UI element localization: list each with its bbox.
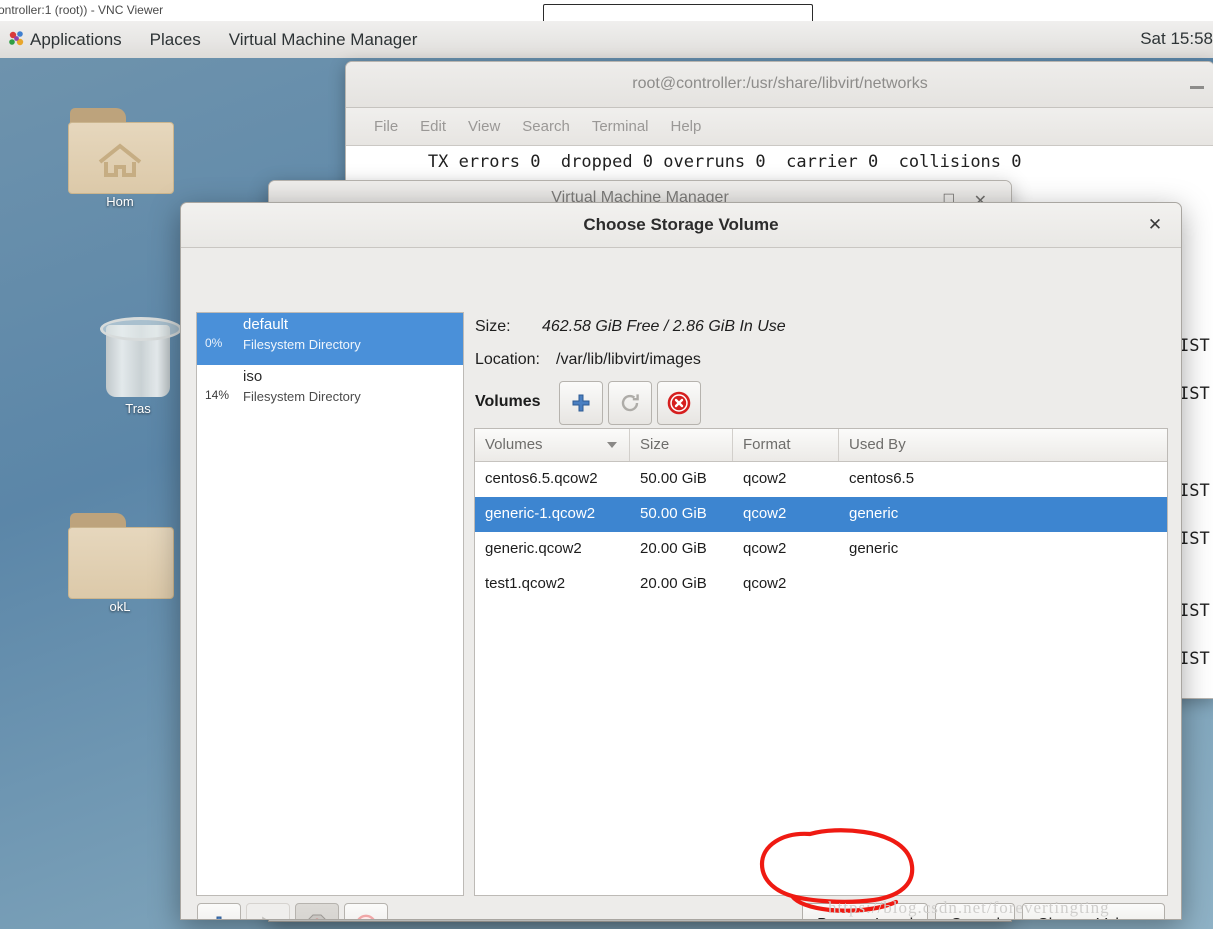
watermark-text: https://blog.csdn.net/forevertingting	[828, 898, 1110, 917]
cell-used-by: generic	[849, 505, 899, 522]
table-row[interactable]: test1.qcow2 20.00 GiB qcow2	[475, 567, 1167, 602]
cell-used-by	[839, 567, 1165, 602]
terminal-clipped-line: IST	[1179, 529, 1210, 549]
size-value: 462.58 GiB Free / 2.86 GiB In Use	[542, 318, 786, 335]
cell-format: qcow2	[743, 470, 787, 487]
home-folder-icon	[68, 108, 174, 194]
terminal-clipped-line: IST	[1179, 601, 1210, 621]
storage-pool-toolbar	[197, 903, 467, 919]
pool-usage-percent: 14%	[205, 388, 230, 402]
pool-name: default	[243, 316, 289, 333]
terminal-menu-help[interactable]: Help	[660, 109, 713, 145]
terminal-titlebar: root@controller:/usr/share/libvirt/netwo…	[346, 62, 1213, 108]
desktop-icon-home-label: Hom	[106, 194, 134, 209]
delete-pool-button[interactable]	[344, 903, 388, 919]
delete-volume-button[interactable]	[657, 381, 701, 425]
size-label: Size:	[475, 318, 511, 335]
location-label: Location:	[475, 351, 540, 368]
storage-pool-item-default[interactable]: 0% default Filesystem Directory	[197, 313, 463, 365]
volumes-toolbar	[559, 381, 701, 425]
dialog-body: 0% default Filesystem Directory 14% iso …	[181, 248, 1181, 919]
terminal-clipped-line: IST	[1179, 336, 1210, 356]
new-volume-button[interactable]	[559, 381, 603, 425]
terminal-menu-edit[interactable]: Edit	[409, 109, 457, 145]
minimize-icon[interactable]	[1190, 86, 1204, 89]
column-header-used-by[interactable]: Used By	[839, 429, 1165, 461]
dialog-titlebar: Choose Storage Volume ✕	[181, 203, 1181, 248]
column-header-volumes[interactable]: Volumes	[475, 429, 630, 461]
cell-size: 20.00 GiB	[640, 540, 707, 557]
pool-usage-percent: 0%	[205, 336, 223, 350]
terminal-menu-terminal[interactable]: Terminal	[581, 109, 660, 145]
pool-type: Filesystem Directory	[243, 337, 361, 352]
cell-format: qcow2	[743, 575, 787, 592]
cell-used-by: centos6.5	[849, 470, 915, 487]
refresh-volumes-button[interactable]	[608, 381, 652, 425]
folder-icon	[68, 513, 174, 599]
terminal-menu-view[interactable]: View	[457, 109, 511, 145]
screenshot-root: ontroller:1 (root)) - VNC Viewer Applica…	[0, 0, 1213, 929]
column-header-format[interactable]: Format	[733, 429, 839, 461]
cell-used-by: generic	[849, 540, 899, 557]
menu-places[interactable]: Places	[136, 22, 215, 58]
start-pool-button[interactable]	[246, 903, 290, 919]
table-row[interactable]: generic-1.qcow2 50.00 GiB qcow2 generic	[475, 497, 1167, 532]
vnc-viewer-title: ontroller:1 (root)) - VNC Viewer	[0, 3, 164, 17]
volumes-table-header: Volumes Size Format Used By	[475, 429, 1167, 462]
cell-volume-name: generic-1.qcow2	[485, 505, 596, 522]
play-icon	[262, 916, 267, 919]
cell-volume-name: centos6.5.qcow2	[485, 470, 598, 487]
storage-pool-list[interactable]: 0% default Filesystem Directory 14% iso …	[196, 312, 464, 896]
table-row[interactable]: generic.qcow2 20.00 GiB qcow2 generic	[475, 532, 1167, 567]
terminal-output-line: TX errors 0 dropped 0 overruns 0 carrier…	[346, 152, 1022, 172]
plus-icon	[572, 394, 590, 412]
terminal-clipped-line: IST	[1179, 649, 1210, 669]
pool-type: Filesystem Directory	[243, 389, 361, 404]
desktop-icon-ok-folder[interactable]: okL	[60, 513, 180, 614]
add-pool-button[interactable]	[197, 903, 241, 919]
choose-storage-volume-dialog[interactable]: Choose Storage Volume ✕ 0% default Files…	[180, 202, 1182, 920]
panel-clock[interactable]: Sat 15:58	[1140, 21, 1213, 57]
chevron-down-icon	[607, 442, 617, 448]
storage-pool-item-iso[interactable]: 14% iso Filesystem Directory	[197, 365, 463, 417]
cell-size: 50.00 GiB	[640, 505, 707, 522]
location-value: /var/lib/libvirt/images	[556, 351, 701, 368]
cell-format: qcow2	[743, 505, 787, 522]
gnome-foot-icon	[8, 30, 26, 48]
terminal-title: root@controller:/usr/share/libvirt/netwo…	[632, 75, 928, 92]
menu-virtual-machine-manager[interactable]: Virtual Machine Manager	[215, 22, 432, 58]
desktop-icon-home[interactable]: Hom	[60, 108, 180, 209]
stop-pool-button[interactable]	[295, 903, 339, 919]
house-glyph	[98, 143, 142, 177]
terminal-clipped-line: IST	[1179, 481, 1210, 501]
refresh-icon	[621, 394, 639, 412]
column-header-volumes-label: Volumes	[485, 436, 543, 453]
pool-name: iso	[243, 368, 263, 385]
gnome-top-panel: Applications Places Virtual Machine Mana…	[0, 21, 1213, 59]
table-row[interactable]: centos6.5.qcow2 50.00 GiB qcow2 centos6.…	[475, 462, 1167, 497]
cell-format: qcow2	[743, 540, 787, 557]
cell-size: 20.00 GiB	[640, 575, 707, 592]
terminal-menu-file[interactable]: File	[363, 109, 409, 145]
desktop-icon-ok-folder-label: okL	[109, 599, 131, 614]
terminal-menubar: File Edit View Search Terminal Help	[346, 108, 1213, 146]
vnc-viewer-titlebar: ontroller:1 (root)) - VNC Viewer	[0, 0, 1213, 23]
volumes-table[interactable]: Volumes Size Format Used By centos6.5.qc…	[474, 428, 1168, 896]
column-header-size[interactable]: Size	[630, 429, 733, 461]
cell-volume-name: test1.qcow2	[485, 575, 566, 592]
terminal-clipped-line: IST	[1179, 384, 1210, 404]
volumes-section-label: Volumes	[475, 393, 541, 410]
cell-volume-name: generic.qcow2	[485, 540, 582, 557]
close-icon[interactable]: ✕	[1141, 212, 1169, 238]
dialog-title: Choose Storage Volume	[583, 215, 779, 234]
cell-size: 50.00 GiB	[640, 470, 707, 487]
delete-icon	[667, 391, 691, 415]
delete-icon	[357, 914, 375, 919]
trash-icon	[100, 313, 182, 399]
stop-icon	[308, 914, 326, 919]
plus-icon	[216, 916, 222, 919]
terminal-menu-search[interactable]: Search	[511, 109, 581, 145]
